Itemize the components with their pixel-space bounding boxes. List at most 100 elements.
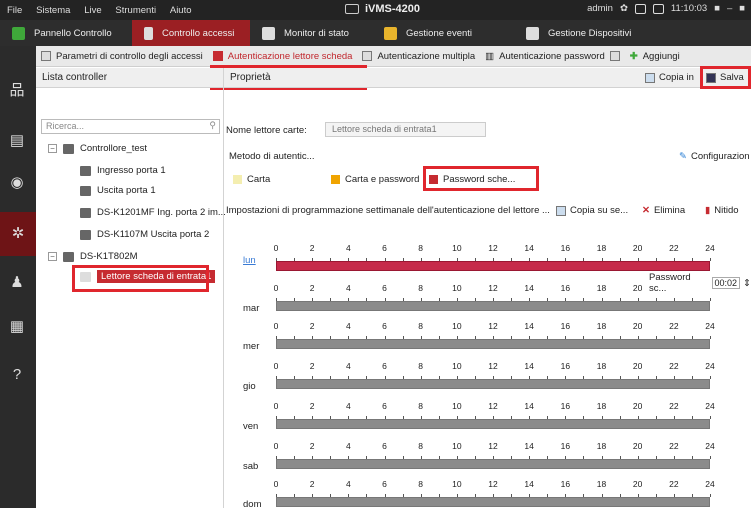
settings-icon[interactable]: ✲ (0, 212, 36, 256)
day-label-lun[interactable]: lun (243, 255, 256, 266)
tab-pannello-controllo[interactable]: Pannello Controllo (0, 20, 132, 46)
tab-parametri-controllo[interactable]: Parametri di controllo degli accessi (36, 46, 208, 67)
gear-icon[interactable]: ✿ (620, 3, 628, 14)
configuration-button[interactable]: ✎ Configurazion (679, 151, 750, 162)
hour-label: 24 (705, 441, 715, 451)
schedule-bar-mar[interactable] (276, 301, 710, 311)
tree-ds-k1t802m[interactable]: − DS-K1T802M (48, 251, 138, 262)
tree-controller-test[interactable]: − Controllore_test (48, 143, 147, 154)
menu-strumenti[interactable]: Strumenti (115, 5, 156, 16)
tree-ds-k1107m[interactable]: DS-K1107M Uscita porta 2 (80, 229, 209, 240)
schedule-title: Impostazioni di programmazione settimana… (226, 205, 550, 216)
lock-icon[interactable]: ■ (714, 3, 720, 14)
hour-label: 18 (596, 283, 607, 293)
tree-uscita-porta-1[interactable]: Uscita porta 1 (80, 185, 156, 196)
schedule-bar-lun[interactable] (276, 261, 710, 271)
tree-ds-k1201mf[interactable]: DS-K1201MF Ing. porta 2 im... (80, 207, 226, 218)
delete-button[interactable]: ✕ Elimina (642, 205, 685, 216)
door-icon (144, 26, 153, 40)
tab-monitor-stato[interactable]: Monitor di stato (250, 20, 372, 46)
hour-label: 8 (418, 401, 424, 411)
hour-tick (710, 494, 711, 497)
collapse-icon[interactable]: − (48, 252, 57, 261)
hour-tick (710, 258, 711, 261)
tree-ingresso-porta-1[interactable]: Ingresso porta 1 (80, 165, 166, 176)
hour-label: 6 (382, 479, 387, 489)
tab-autenticazione-multipla[interactable]: Autenticazione multipla (357, 46, 480, 67)
hour-label: 4 (345, 361, 351, 371)
legend-carta[interactable]: Carta (233, 174, 270, 185)
calendar-icon[interactable] (652, 3, 664, 14)
legend-swatch (233, 175, 242, 184)
search-icon[interactable]: ⚲ (209, 120, 216, 131)
tab-gestione-dispositivi[interactable]: Gestione Dispositivi (514, 20, 643, 46)
tab-controllo-accessi[interactable]: Controllo accessi (132, 20, 250, 46)
day-label-gio: gio (243, 381, 256, 392)
report-icon[interactable]: ▦ (6, 316, 28, 338)
card-reader-icon (212, 51, 223, 61)
hour-label: 22 (669, 361, 679, 371)
hour-label: 6 (382, 441, 387, 451)
shield-icon[interactable]: ◉ (6, 172, 28, 194)
document-icon[interactable]: ▤ (6, 130, 28, 152)
hour-ticks: 024681012141618202224 (274, 401, 715, 419)
hour-label: 8 (418, 361, 424, 371)
hour-label: 6 (382, 321, 387, 331)
clear-button[interactable]: ▮ Nitido (705, 205, 739, 216)
hour-label: 12 (488, 321, 498, 331)
hour-label: 0 (273, 479, 279, 489)
tab-gestione-eventi[interactable]: Gestione eventi (372, 20, 514, 46)
hour-label: 22 (669, 479, 679, 489)
hour-label: 16 (560, 321, 571, 331)
username: admin (587, 3, 613, 14)
menu-sistema[interactable]: Sistema (36, 5, 70, 16)
copy-in-button[interactable]: Copia in (645, 72, 694, 83)
hour-label: 14 (524, 321, 534, 331)
day-label-mer: mer (243, 341, 260, 352)
time-stepper[interactable]: 00:02 (711, 277, 741, 289)
reader-name-field[interactable]: Lettore scheda di entrata1 (325, 122, 486, 137)
spinner-icon[interactable]: ⇕ (743, 278, 751, 289)
hour-label: 24 (705, 361, 715, 371)
menu-file[interactable]: File (7, 5, 22, 16)
hour-label: 10 (452, 361, 462, 371)
hour-label: 8 (418, 441, 424, 451)
barcode-icon: ▥ (485, 50, 495, 62)
collapse-icon[interactable]: − (48, 144, 57, 153)
close-tab-icon[interactable] (609, 51, 620, 61)
tab-autenticazione-password[interactable]: ▥ Autenticazione password (480, 46, 625, 67)
hour-label: 24 (705, 321, 715, 331)
hour-label: 22 (669, 321, 679, 331)
add-tab-button[interactable]: ✚ Aggiungi (625, 46, 685, 67)
day-label-sab: sab (243, 461, 259, 472)
grid-icon (12, 26, 25, 40)
hour-label: 20 (632, 441, 643, 451)
hour-label: 8 (418, 243, 424, 253)
menu-aiuto[interactable]: Aiuto (170, 5, 192, 16)
screen-icon[interactable] (634, 3, 646, 14)
hour-label: 0 (273, 243, 279, 253)
hour-label: 18 (596, 361, 607, 371)
hour-label: 8 (418, 283, 424, 293)
day-label-ven: ven (243, 421, 259, 432)
schedule-bar-dom[interactable] (276, 497, 710, 507)
user-icon[interactable]: ♟ (6, 272, 28, 294)
minimize-icon[interactable]: – (727, 3, 732, 14)
schedule-bar-mer[interactable] (276, 339, 710, 349)
legend-carta-password[interactable]: Carta e password (331, 174, 419, 185)
maximize-icon[interactable]: ■ (739, 3, 745, 14)
hour-label: 6 (382, 283, 387, 293)
hour-label: 14 (524, 479, 534, 489)
tab-autenticazione-lettore[interactable]: Autenticazione lettore scheda (208, 46, 358, 67)
help-icon[interactable]: ? (6, 364, 28, 386)
copy-to-button[interactable]: Copia su se... (556, 205, 628, 216)
schedule-bar-gio[interactable] (276, 379, 710, 389)
network-icon[interactable]: 品 (6, 80, 28, 102)
schedule-bar-sab[interactable] (276, 459, 710, 469)
hour-label: 16 (560, 401, 571, 411)
search-input[interactable]: Ricerca... ⚲ (41, 119, 220, 134)
menu-live[interactable]: Live (84, 5, 101, 16)
schedule-bar-ven[interactable] (276, 419, 710, 429)
hour-label: 20 (632, 401, 643, 411)
hour-label: 0 (273, 441, 279, 451)
